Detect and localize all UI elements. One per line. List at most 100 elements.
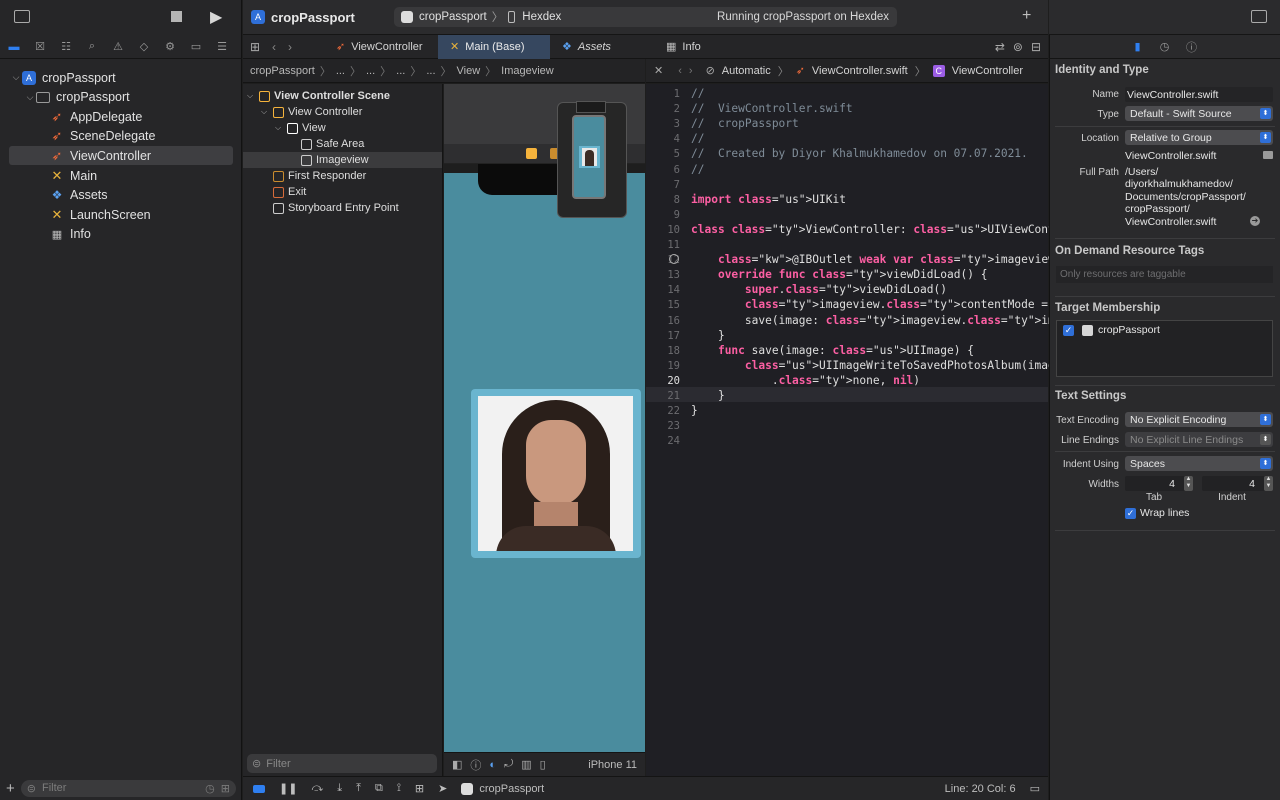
navigator-item[interactable]: ➶ SceneDelegate: [9, 127, 233, 146]
folder-navigator-icon[interactable]: ▬: [6, 39, 22, 55]
disclosure-icon[interactable]: ⌵: [247, 91, 259, 101]
inspector-toggle-icon[interactable]: [1251, 10, 1267, 23]
jump-bar-segment[interactable]: ...: [396, 65, 405, 77]
outline-item[interactable]: ⌵ View Controller Scene: [243, 88, 442, 104]
code-line[interactable]: // Created by Diyor Khalmukhamedov on 07…: [691, 147, 1028, 160]
code-line[interactable]: save(image: class="ty">imageview.class="…: [691, 314, 1089, 327]
quick-help-icon[interactable]: ⓘ: [1185, 40, 1199, 54]
navigator-item[interactable]: ➶ ViewController: [9, 146, 233, 166]
stop-icon[interactable]: [171, 11, 182, 22]
code-line[interactable]: // ViewController.swift: [691, 102, 853, 115]
console-toggle-icon[interactable]: ▭: [1030, 782, 1040, 795]
add-icon[interactable]: +: [6, 780, 15, 797]
editor-tab[interactable]: ✕ Main (Base): [438, 34, 550, 59]
code-line[interactable]: //: [691, 132, 704, 145]
code-line[interactable]: //: [691, 87, 704, 100]
library-add-icon[interactable]: +: [1022, 7, 1031, 25]
navigator-item[interactable]: ➶ AppDelegate: [9, 107, 233, 126]
automatic-mode[interactable]: Automatic: [722, 65, 771, 77]
outline-item[interactable]: Storyboard Entry Point: [243, 200, 442, 216]
code-line[interactable]: override func class="ty">viewDidLoad() {: [691, 268, 987, 281]
environment-icon[interactable]: ⊞: [415, 782, 424, 795]
indent-width-field[interactable]: 4: [1202, 476, 1273, 491]
jump-bar-segment[interactable]: View: [457, 65, 481, 77]
disclosure-open-icon[interactable]: ⌵: [24, 92, 36, 103]
editor-tab[interactable]: ➶ ViewController: [324, 35, 438, 59]
minimap[interactable]: [557, 101, 627, 218]
outline-filter-input[interactable]: ⊜ Filter: [247, 754, 437, 773]
outline-item[interactable]: Exit: [243, 184, 442, 200]
step-out-icon[interactable]: ⤒: [356, 782, 361, 795]
grid-icon[interactable]: ⊞: [250, 40, 266, 54]
jump-bar-segment[interactable]: ...: [426, 65, 435, 77]
report-icon[interactable]: ☰: [214, 39, 230, 55]
layout-icon[interactable]: ▥: [521, 758, 531, 771]
reveal-arrow-icon[interactable]: ➔: [1250, 216, 1260, 226]
find-icon[interactable]: ⌕: [84, 39, 100, 55]
jump-bar-segment[interactable]: Imageview: [501, 65, 554, 77]
scm-filter-icon[interactable]: ⊞: [221, 782, 230, 795]
recent-icon[interactable]: ◷: [205, 782, 215, 795]
disclosure-open-icon[interactable]: ⌵: [10, 72, 22, 83]
outline-item[interactable]: Imageview: [243, 152, 442, 168]
navigator-item[interactable]: ▦ Info: [9, 225, 233, 244]
code-line[interactable]: .class="ty">none, nil): [691, 374, 920, 387]
editor-tab[interactable]: ❖ Assets: [550, 35, 654, 59]
name-field[interactable]: ViewController.swift: [1125, 87, 1273, 102]
split-editor-icon[interactable]: ⊟: [1031, 40, 1041, 54]
destination-selector[interactable]: Hexdex: [522, 11, 561, 23]
view-hierarchy-icon[interactable]: ⧉: [375, 782, 383, 795]
navigator-item[interactable]: ⌵ cropPassport: [9, 88, 233, 107]
scheme-selector[interactable]: cropPassport: [419, 11, 487, 23]
issue-icon[interactable]: ⚠: [110, 39, 126, 55]
code-editor[interactable]: [646, 84, 1048, 776]
outlet-connection-icon[interactable]: [669, 254, 679, 264]
wrap-lines-checkbox[interactable]: ✓: [1125, 508, 1136, 519]
outline-item[interactable]: ⌵ View: [243, 120, 442, 136]
disclosure-icon[interactable]: ⌵: [261, 107, 273, 117]
navigator-item[interactable]: ⌵ AcropPassport: [9, 68, 233, 87]
target-checkbox[interactable]: ✓: [1063, 325, 1074, 336]
jump-symbol[interactable]: ViewController: [952, 65, 1023, 77]
code-line[interactable]: class="us">UIImageWriteToSavedPhotosAlbu…: [691, 359, 1109, 372]
imageview[interactable]: [471, 389, 641, 558]
debug-icon[interactable]: ⚙: [162, 39, 178, 55]
endings-popup[interactable]: No Explicit Line Endings ⬍: [1125, 432, 1273, 447]
back-icon[interactable]: ‹: [678, 65, 682, 77]
related-icon[interactable]: ⊚: [1013, 40, 1023, 54]
editor-tab[interactable]: ▦ Info: [654, 35, 710, 59]
pause-icon[interactable]: ❚❚: [279, 782, 297, 795]
symbol-navigator-icon[interactable]: ☷: [58, 39, 74, 55]
navigator-filter-input[interactable]: ⊜ Filter ◷ ⊞: [20, 779, 236, 797]
outline-item[interactable]: Safe Area: [243, 136, 442, 152]
outline-item[interactable]: ⌵ View Controller: [243, 104, 442, 120]
indent-width-stepper[interactable]: ▲ ▼: [1264, 476, 1273, 491]
disclosure-icon[interactable]: ⌵: [275, 123, 287, 133]
device-selector[interactable]: iPhone 11: [588, 759, 637, 771]
navigator-item[interactable]: ❖ Assets: [9, 186, 233, 205]
tab-width-field[interactable]: 4: [1125, 476, 1193, 491]
run-icon[interactable]: ▶: [210, 7, 222, 27]
jump-bar-segment[interactable]: ...: [366, 65, 375, 77]
jump-file[interactable]: ViewController.swift: [812, 65, 908, 77]
location-popup[interactable]: Relative to Group ⬍: [1125, 130, 1273, 145]
tags-input[interactable]: Only resources are taggable: [1056, 266, 1273, 283]
navigator-item[interactable]: ✕ LaunchScreen: [9, 205, 233, 224]
code-line[interactable]: class class="ty">ViewController: class="…: [691, 223, 1109, 236]
source-control-icon[interactable]: ☒: [32, 39, 48, 55]
sidebar-toggle-icon[interactable]: [14, 10, 30, 23]
code-line[interactable]: //: [691, 163, 704, 176]
view-controller-dock-icon[interactable]: [526, 148, 537, 159]
storyboard-canvas[interactable]: [444, 84, 645, 752]
code-line[interactable]: }: [691, 404, 698, 417]
code-line[interactable]: }: [691, 389, 725, 402]
back-icon[interactable]: ‹: [272, 40, 288, 54]
indent-popup[interactable]: Spaces ⬍: [1125, 456, 1273, 471]
forward-icon[interactable]: ›: [689, 65, 693, 77]
code-line[interactable]: func save(image: class="us">UIImage) {: [691, 344, 974, 357]
jump-bar-segment[interactable]: ...: [336, 65, 345, 77]
outline-toggle-icon[interactable]: ◧: [452, 758, 462, 771]
history-inspector-icon[interactable]: ◷: [1158, 40, 1172, 54]
location-icon[interactable]: ➤: [438, 782, 447, 795]
info-icon[interactable]: ⓘ: [470, 757, 481, 773]
